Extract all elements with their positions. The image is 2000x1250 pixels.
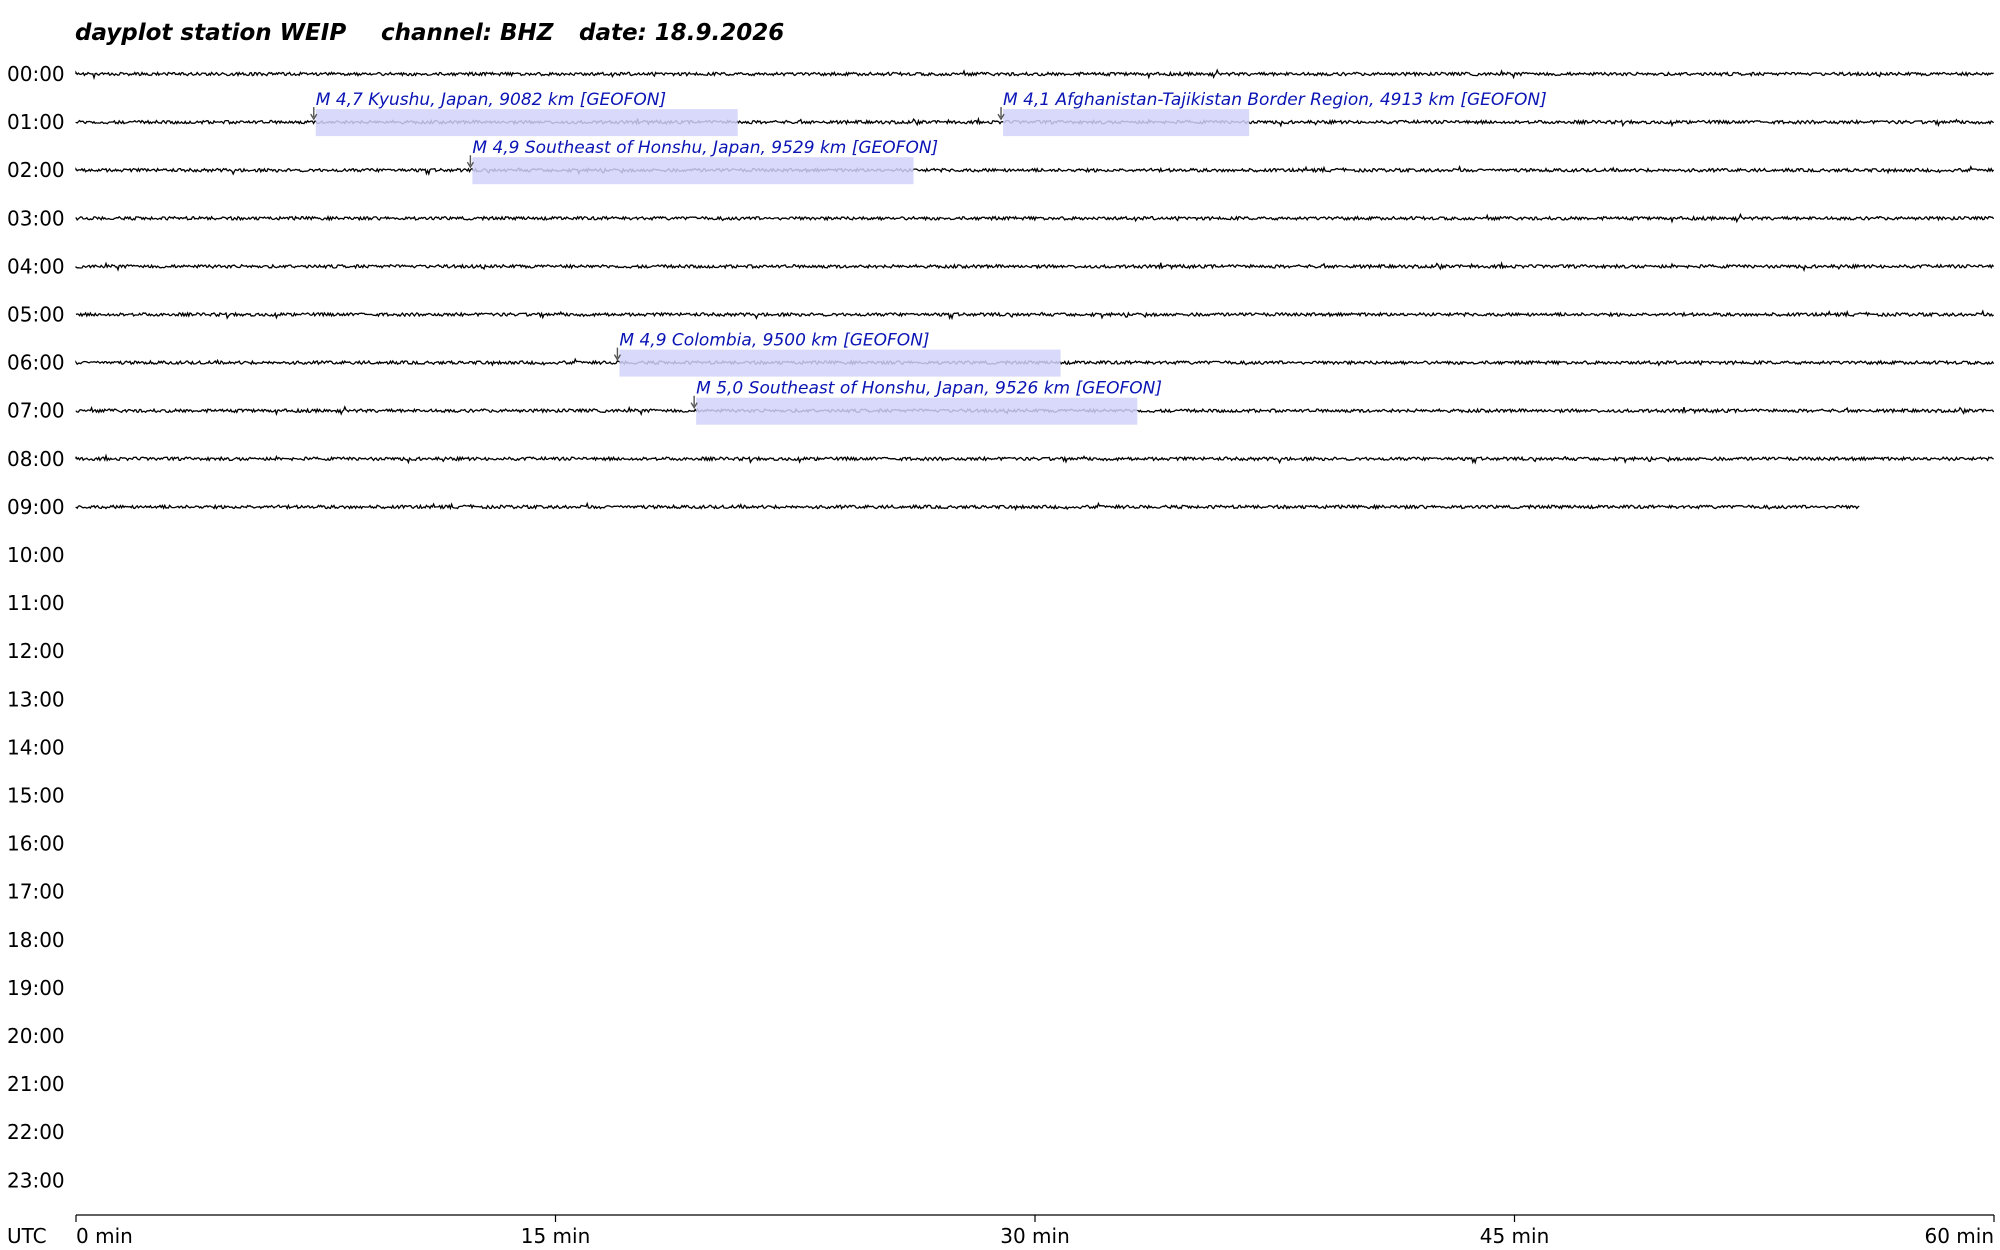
hour-label: 23:00 [7, 1168, 65, 1192]
hour-label: 11:00 [7, 591, 65, 615]
event-window [315, 109, 738, 137]
seismic-trace [75, 212, 1995, 224]
event-label: M 4,1 Afghanistan-Tajikistan Border Regi… [1003, 90, 1547, 110]
seismic-trace [75, 453, 1994, 465]
hour-label: 05:00 [7, 303, 65, 327]
event-label: M 4,9 Southeast of Honshu, Japan, 9529 k… [472, 138, 938, 158]
event-label: M 4,9 Colombia, 9500 km [GEOFON] [619, 331, 929, 351]
dayplot-chart: dayplot station WEIP channel: BHZ date: … [7, 20, 1995, 1248]
hour-label: 06:00 [7, 351, 65, 375]
hour-label: 12:00 [7, 639, 65, 663]
hour-label: 14:00 [7, 735, 65, 759]
hour-label: 01:00 [7, 110, 65, 134]
hour-label: 17:00 [7, 880, 65, 904]
x-tick-label: 60 min [1924, 1224, 1994, 1248]
hour-label: 21:00 [7, 1072, 65, 1096]
seismic-trace [75, 501, 1860, 512]
chart-title-station: dayplot station WEIP [75, 20, 346, 46]
event-layer: M 4,7 Kyushu, Japan, 9082 km [GEOFON] M 4… [310, 90, 1547, 425]
hour-label: 07:00 [7, 399, 65, 423]
x-tick-label: 15 min [521, 1224, 591, 1248]
seismic-trace [75, 309, 1994, 321]
event-label: M 5,0 Southeast of Honshu, Japan, 9526 k… [696, 379, 1162, 399]
hour-label: 22:00 [7, 1120, 65, 1144]
hour-label: 02:00 [7, 158, 65, 182]
hour-label: 18:00 [7, 928, 65, 952]
event-window [1003, 109, 1250, 137]
hour-label: 19:00 [7, 976, 65, 1000]
hour-label: 20:00 [7, 1024, 65, 1048]
seismic-trace [75, 164, 1995, 177]
seismic-trace [75, 68, 1994, 81]
hour-label: 09:00 [7, 495, 65, 519]
chart-title-channel: channel: BHZ [381, 20, 555, 46]
hour-label: 16:00 [7, 832, 65, 856]
utc-label: UTC [7, 1224, 47, 1248]
chart-title-date: date: 18.9.2026 [579, 20, 784, 46]
hour-label: 03:00 [7, 206, 65, 230]
hour-label: 13:00 [7, 687, 65, 711]
x-tick-label: 30 min [1000, 1224, 1070, 1248]
hour-label: 10:00 [7, 543, 65, 567]
hour-label: 08:00 [7, 447, 65, 471]
x-axis: 0 min 15 min 30 min 45 min 60 min UTC [7, 1214, 1995, 1248]
x-tick-label: 0 min [76, 1224, 133, 1248]
hour-label-axis: 00:00 01:00 02:00 03:00 04:00 05:00 06:00 07:00… [7, 62, 65, 1192]
x-tick-label: 45 min [1480, 1224, 1550, 1248]
event-window [696, 397, 1138, 425]
hour-label: 04:00 [7, 254, 65, 278]
event-window [472, 157, 914, 185]
seismic-trace [75, 260, 1995, 272]
event-label: M 4,7 Kyushu, Japan, 9082 km [GEOFON] [316, 90, 666, 110]
hour-label: 15:00 [7, 784, 65, 808]
event-window [619, 349, 1061, 377]
hour-label: 00:00 [7, 62, 65, 86]
